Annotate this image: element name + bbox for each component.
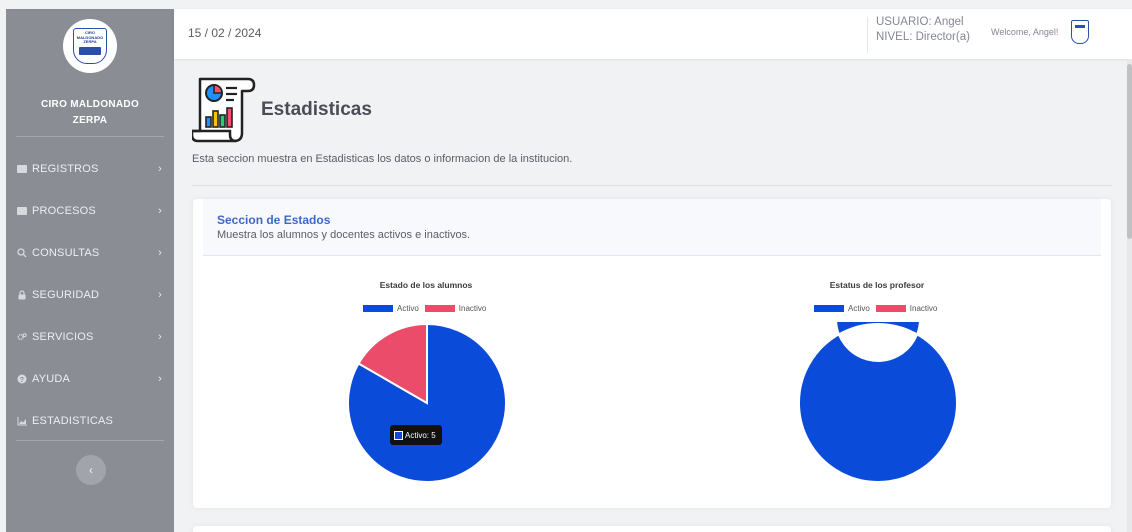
sidebar-divider xyxy=(16,440,164,441)
search-icon xyxy=(17,248,27,258)
scrollbar-thumb[interactable] xyxy=(1127,64,1132,239)
sidebar-item-registros[interactable]: REGISTROS › xyxy=(6,148,174,190)
sidebar-divider xyxy=(16,136,164,137)
card-header: Seccion de Estados Muestra los alumnos y… xyxy=(203,199,1101,256)
legend-item-inactivo[interactable]: Inactivo xyxy=(424,304,487,313)
welcome-message[interactable]: Welcome, Angel! xyxy=(991,27,1058,37)
cogs-icon xyxy=(17,333,27,341)
statistics-report-icon xyxy=(190,73,260,145)
pie-slice-activo[interactable] xyxy=(797,322,958,483)
legend-label: Activo xyxy=(848,304,870,313)
chart-tooltip: Activo: 5 xyxy=(390,425,442,445)
chart-area-icon xyxy=(17,416,27,425)
card-subtitle: Muestra los alumnos y docentes activos e… xyxy=(217,229,471,241)
legend-swatch-activo xyxy=(814,305,844,312)
chart-title-profesores: Estatus de los profesor xyxy=(829,280,925,290)
card-title: Seccion de Estados xyxy=(217,213,331,227)
folder-icon xyxy=(17,207,27,215)
doughnut-chart-profesores[interactable] xyxy=(797,322,959,484)
chart-legend-alumnos: Activo Inactivo xyxy=(363,304,492,313)
current-date: 15 / 02 / 2024 xyxy=(188,26,262,40)
states-card: Seccion de Estados Muestra los alumnos y… xyxy=(193,199,1111,508)
chart-title-alumnos: Estado de los alumnos xyxy=(379,280,473,290)
legend-label: Activo xyxy=(397,304,419,313)
school-crest-text: CIRO MALDONADO ZERPA xyxy=(76,30,104,44)
chevron-right-icon: › xyxy=(158,247,162,259)
sidebar-item-estadisticas[interactable]: ESTADISTICAS xyxy=(6,400,174,442)
legend-swatch-activo xyxy=(363,305,393,312)
tooltip-text: Activo: 5 xyxy=(405,430,436,440)
sidebar: CIRO MALDONADO ZERPA CIRO MALDONADO ZERP… xyxy=(6,9,174,532)
question-icon: ? xyxy=(17,374,27,384)
page-title: Estadisticas xyxy=(261,99,372,120)
sidebar-item-label: REGISTROS xyxy=(32,163,99,175)
chevron-right-icon: › xyxy=(158,331,162,343)
topbar-divider xyxy=(867,17,868,53)
legend-swatch-inactivo xyxy=(875,305,906,312)
sidebar-item-procesos[interactable]: PROCESOS › xyxy=(6,190,174,232)
page-scrollbar[interactable] xyxy=(1127,59,1132,532)
legend-swatch-inactivo xyxy=(424,305,455,312)
sidebar-toggle-button[interactable]: ‹ xyxy=(76,455,106,485)
svg-text:?: ? xyxy=(20,377,24,384)
pie-chart-alumnos[interactable] xyxy=(346,322,508,484)
sidebar-item-label: SERVICIOS xyxy=(32,331,94,343)
chevron-right-icon: › xyxy=(158,205,162,217)
brand-name: CIRO MALDONADO ZERPA xyxy=(6,97,174,129)
sidebar-item-label: PROCESOS xyxy=(32,205,96,217)
user-level: NIVEL: Director(a) xyxy=(876,31,970,43)
legend-label: Inactivo xyxy=(458,304,487,313)
sidebar-item-seguridad[interactable]: SEGURIDAD › xyxy=(6,274,174,316)
chevron-right-icon: › xyxy=(158,373,162,385)
tooltip-swatch xyxy=(394,430,403,440)
page-description: Esta seccion muestra en Estadisticas los… xyxy=(192,153,573,165)
chevron-right-icon: › xyxy=(158,289,162,301)
folder-icon xyxy=(17,165,27,173)
sidebar-item-consultas[interactable]: CONSULTAS › xyxy=(6,232,174,274)
legend-label: Inactivo xyxy=(909,304,938,313)
user-avatar[interactable] xyxy=(1071,20,1089,44)
user-name: USUARIO: Angel xyxy=(876,16,964,28)
chevron-right-icon: › xyxy=(158,163,162,175)
sidebar-item-servicios[interactable]: SERVICIOS › xyxy=(6,316,174,358)
legend-item-activo[interactable]: Activo xyxy=(363,304,419,313)
lock-icon xyxy=(17,290,27,300)
sidebar-item-label: CONSULTAS xyxy=(32,247,100,259)
chart-legend-profesores: Activo Inactivo xyxy=(814,304,943,313)
chevron-left-icon: ‹ xyxy=(89,463,93,477)
sidebar-item-label: ESTADISTICAS xyxy=(32,415,114,427)
school-logo[interactable]: CIRO MALDONADO ZERPA xyxy=(63,19,117,73)
brand-line-1: CIRO MALDONADO xyxy=(40,99,140,110)
school-crest-icon: CIRO MALDONADO ZERPA xyxy=(73,28,107,64)
brand-line-2: ZERPA xyxy=(72,115,108,126)
legend-item-activo[interactable]: Activo xyxy=(814,304,870,313)
sidebar-item-label: SEGURIDAD xyxy=(32,289,100,301)
content-divider xyxy=(192,185,1112,186)
sidebar-item-ayuda[interactable]: ? AYUDA › xyxy=(6,358,174,400)
next-card xyxy=(193,526,1111,532)
sidebar-item-label: AYUDA xyxy=(32,373,71,385)
topbar: 15 / 02 / 2024 USUARIO: Angel NIVEL: Dir… xyxy=(174,9,1132,59)
legend-item-inactivo[interactable]: Inactivo xyxy=(875,304,938,313)
